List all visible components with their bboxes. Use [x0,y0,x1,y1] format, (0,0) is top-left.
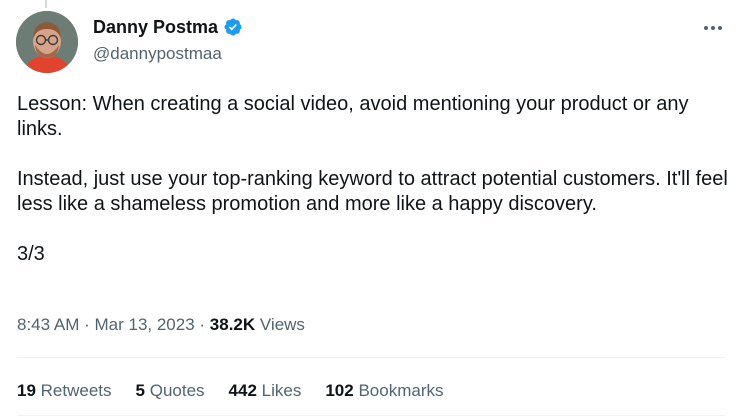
bookmarks-count: 102 [325,381,354,400]
likes-label: Likes [261,381,302,400]
views-label: Views [259,315,305,334]
divider [17,415,725,416]
retweets-count: 19 [17,381,36,400]
likes-count: 442 [228,381,257,400]
retweets-label: Retweets [40,381,112,400]
tweet-paragraph: 3/3 [17,243,45,265]
meta-separator: · [194,315,210,334]
thread-connector-line [45,0,47,8]
verified-badge-icon[interactable] [223,17,243,37]
avatar-portrait-icon [16,11,78,73]
quotes-count: 5 [135,381,145,400]
author-handle[interactable]: @dannypostmaa [93,43,222,65]
tweet-time[interactable]: 8:43 AM [17,315,79,334]
tweet-paragraph: Instead, just use your top-ranking keywo… [17,168,734,215]
engagement-stats: 19 Retweets 5 Quotes 442 Likes 102 Bookm… [17,380,467,402]
retweets-stat[interactable]: 19 Retweets [17,380,112,402]
tweet-date[interactable]: Mar 13, 2023 [94,315,194,334]
tweet-meta: 8:43 AM · Mar 13, 2023 · 38.2K Views [17,314,305,336]
author-display-name[interactable]: Danny Postma [93,16,218,38]
tweet-text: Lesson: When creating a social video, av… [17,92,732,292]
more-options-icon[interactable] [700,18,726,38]
author-name-row: Danny Postma [93,16,243,38]
views-count: 38.2K [209,315,256,334]
quotes-stat[interactable]: 5 Quotes [136,380,205,402]
divider [17,357,725,358]
meta-separator: · [79,315,95,334]
avatar[interactable] [16,11,78,73]
quotes-label: Quotes [149,381,205,400]
likes-stat[interactable]: 442 Likes [229,380,302,402]
bookmarks-stat[interactable]: 102 Bookmarks [325,380,443,402]
bookmarks-label: Bookmarks [358,381,444,400]
tweet-paragraph: Lesson: When creating a social video, av… [17,93,695,140]
